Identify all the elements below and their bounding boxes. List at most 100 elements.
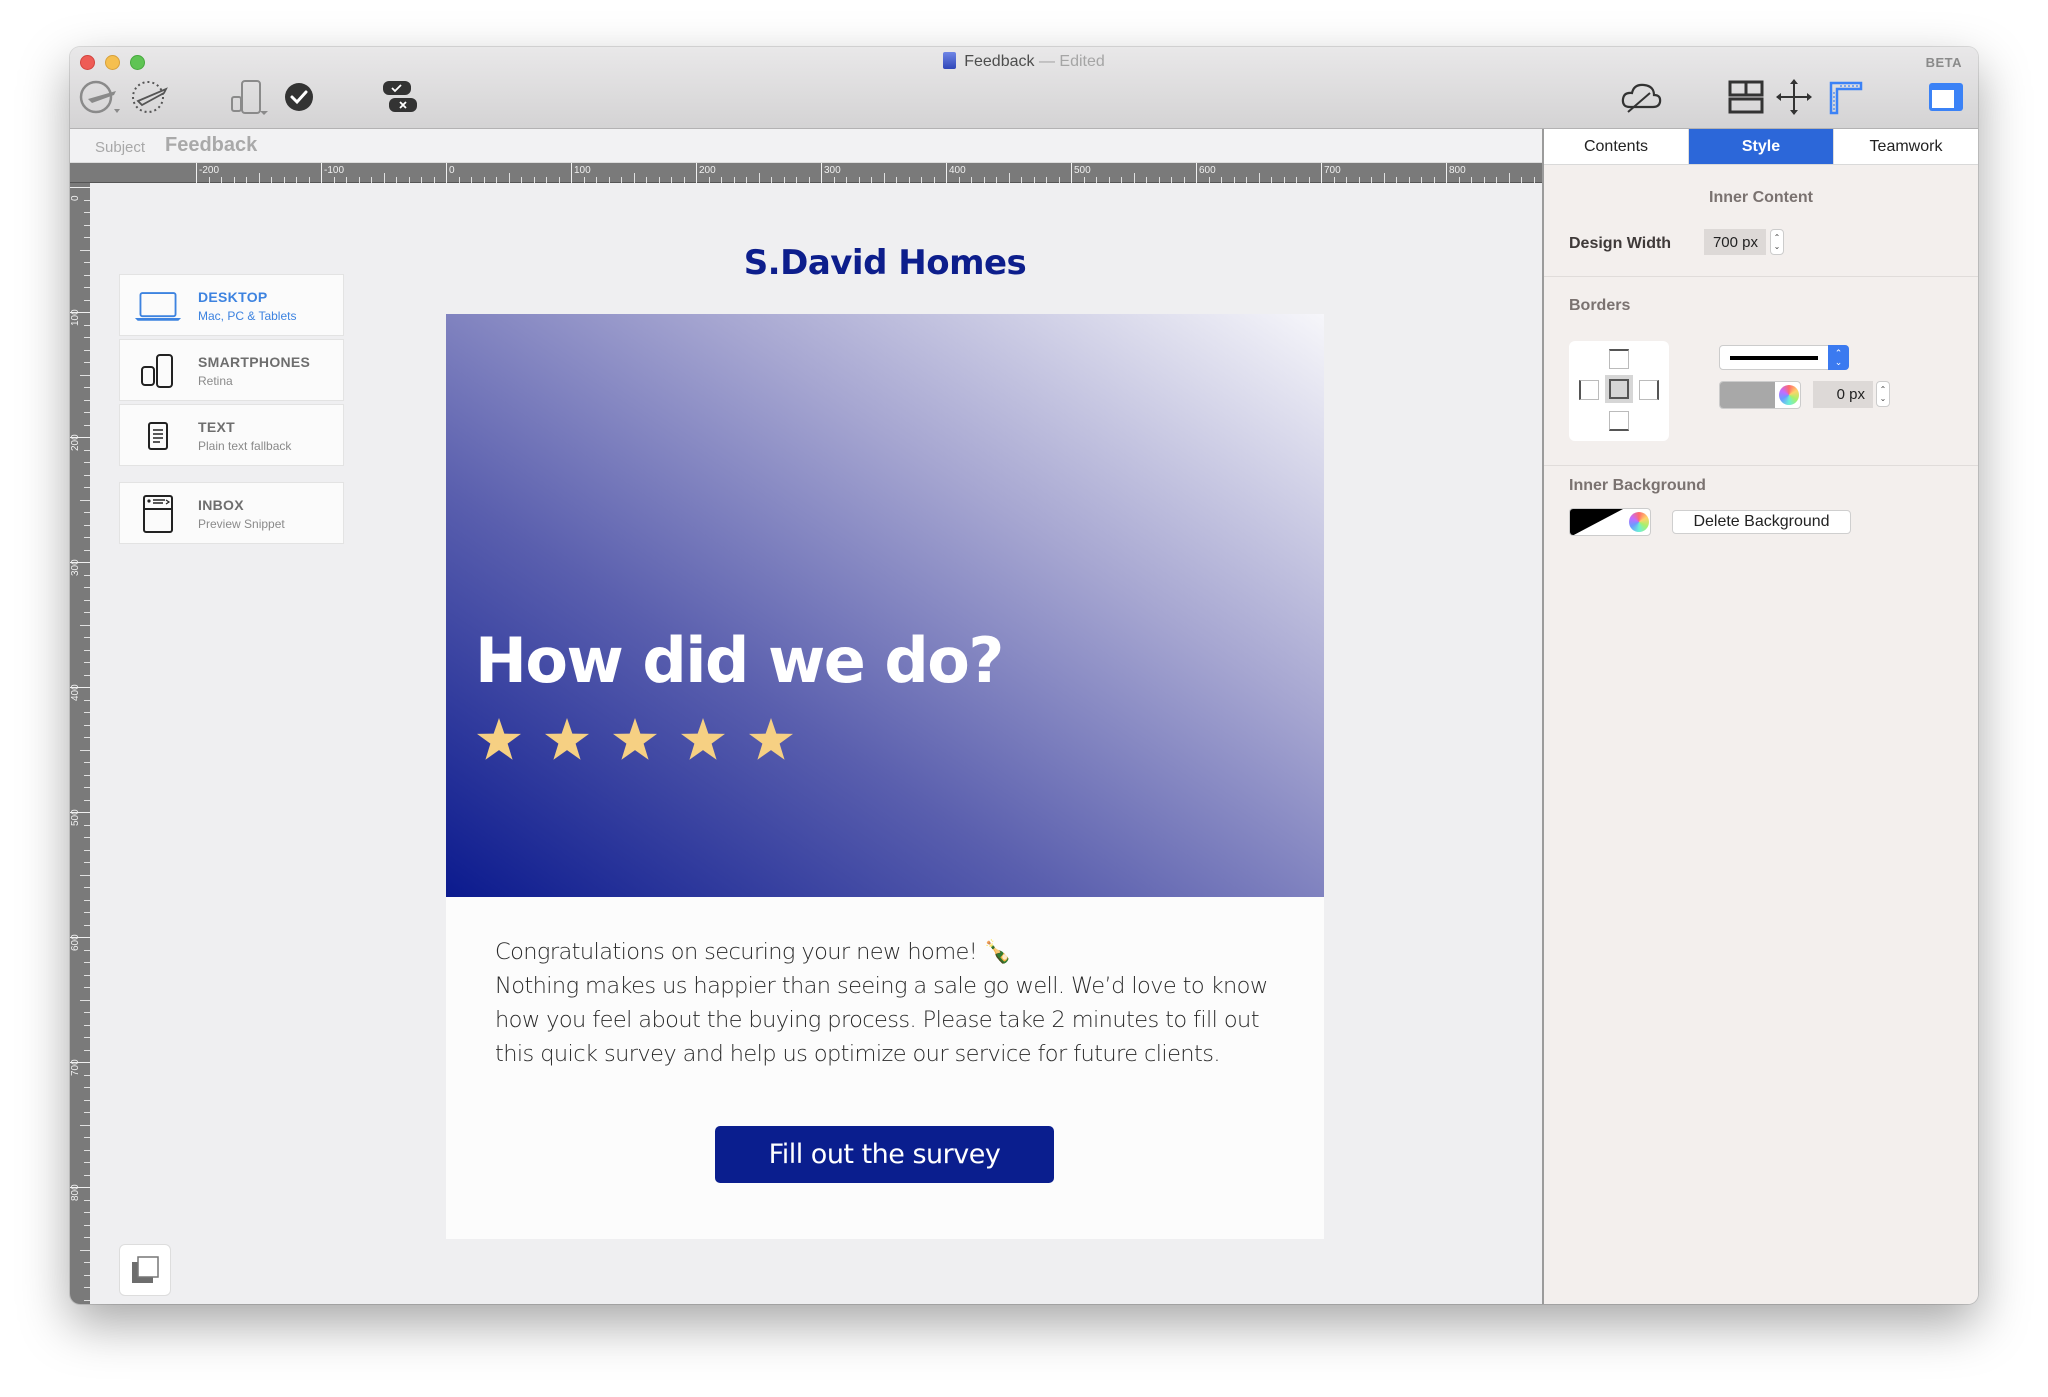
border-style-select[interactable]: ⌃ ⌄ xyxy=(1719,345,1849,370)
ruler-label: 200 xyxy=(70,434,81,451)
solid-line-swatch xyxy=(1730,356,1818,360)
ruler-major-tick xyxy=(1196,163,1197,183)
no-color-swatch xyxy=(1570,509,1625,535)
star-icon xyxy=(613,718,657,760)
ruler-label: 700 xyxy=(70,1059,81,1076)
border-color-well[interactable] xyxy=(1719,381,1801,409)
ruler-minor-tick xyxy=(80,874,90,876)
ruler-minor-tick xyxy=(1508,173,1510,183)
subject-bar: Subject Feedback xyxy=(70,129,1542,163)
text-document-icon xyxy=(134,417,182,455)
email-body-block[interactable]: Congratulations on securing your new hom… xyxy=(446,897,1324,1239)
border-left-toggle[interactable] xyxy=(1579,380,1599,400)
laptop-icon xyxy=(134,287,182,325)
ruler-minor-tick xyxy=(80,499,90,501)
send-test-icon[interactable] xyxy=(78,77,122,117)
delete-background-button[interactable]: Delete Background xyxy=(1672,510,1851,534)
inner-background-color-well[interactable] xyxy=(1569,508,1651,536)
ruler-minor-tick xyxy=(80,249,90,251)
tab-teamwork[interactable]: Teamwork xyxy=(1834,129,1978,164)
ruler-label: -200 xyxy=(199,165,220,176)
border-bottom-toggle[interactable] xyxy=(1609,411,1629,431)
ruler-major-tick xyxy=(946,163,947,183)
toolbar: Feedback — Edited BETA xyxy=(70,47,1978,129)
inspector-tabs: Contents Style Teamwork xyxy=(1544,129,1978,165)
tab-style[interactable]: Style xyxy=(1689,129,1834,164)
ruler-label: 600 xyxy=(1199,165,1216,176)
layers-icon xyxy=(132,1256,159,1283)
ruler-label: 800 xyxy=(1449,165,1466,176)
horizontal-ruler: -200-1000100200300400500600700800900 xyxy=(70,163,1685,183)
borders-label: Borders xyxy=(1569,297,1631,314)
border-right-toggle[interactable] xyxy=(1639,380,1659,400)
ruler-major-tick xyxy=(446,163,447,183)
vertical-ruler: 0 100 200 300 400 500 600 700 800 xyxy=(70,183,90,1304)
email-brand-heading[interactable]: S.David Homes xyxy=(446,243,1324,283)
ruler-major-tick xyxy=(196,163,197,183)
ruler-minor-tick xyxy=(80,374,90,376)
check-icon[interactable] xyxy=(282,77,316,117)
sidebar-toggle-icon[interactable] xyxy=(1926,77,1966,117)
ruler-major-tick xyxy=(1446,163,1447,183)
ruler-minor-tick xyxy=(80,1124,90,1126)
design-width-input[interactable]: 700 px xyxy=(1704,229,1766,255)
inspector-panel: Contents Style Teamwork Inner Content De… xyxy=(1542,129,1978,1304)
device-preview-icon[interactable] xyxy=(228,77,272,117)
ruler-minor-tick xyxy=(1383,173,1385,183)
device-name: INBOX xyxy=(198,497,244,513)
ruler-minor-tick xyxy=(1133,173,1135,183)
ruler-label: 700 xyxy=(1324,165,1341,176)
ruler-label: 200 xyxy=(699,165,716,176)
ruler-label: 0 xyxy=(449,165,455,176)
layout-icon[interactable] xyxy=(1726,77,1766,117)
body-paragraph: Nothing makes us happier than seeing a s… xyxy=(495,973,1268,1067)
survey-cta-button[interactable]: Fill out the survey xyxy=(715,1126,1054,1183)
select-arrows-icon: ⌃ ⌄ xyxy=(1828,345,1849,370)
device-smartphones[interactable]: SMARTPHONES Retina xyxy=(119,339,344,401)
email-body-text[interactable]: Congratulations on securing your new hom… xyxy=(495,935,1285,1071)
border-all-toggle[interactable] xyxy=(1605,375,1633,403)
schedule-send-icon[interactable] xyxy=(128,77,172,117)
star-rating xyxy=(476,718,794,762)
body-line-congrats: Congratulations on securing your new hom… xyxy=(495,939,1012,965)
subject-input[interactable]: Feedback xyxy=(165,134,257,157)
ruler-major-tick xyxy=(821,163,822,183)
section-divider xyxy=(1544,276,1978,277)
device-name: DESKTOP xyxy=(198,289,268,305)
beta-badge: BETA xyxy=(1925,55,1962,70)
ruler-major-tick xyxy=(1071,163,1072,183)
ruler-label: 300 xyxy=(70,559,81,576)
design-width-stepper[interactable]: ⌃ ⌄ xyxy=(1770,229,1784,255)
border-width-input[interactable]: 0 px xyxy=(1813,381,1873,408)
border-width-stepper[interactable]: ⌃ ⌄ xyxy=(1876,381,1890,407)
device-text[interactable]: TEXT Plain text fallback xyxy=(119,404,344,466)
ruler-icon[interactable] xyxy=(1828,77,1864,117)
device-subtitle: Preview Snippet xyxy=(198,517,285,531)
ruler-label: 300 xyxy=(824,165,841,176)
ruler-minor-tick xyxy=(258,173,260,183)
ruler-major-tick xyxy=(70,187,90,188)
cloud-sync-icon[interactable] xyxy=(1620,77,1664,117)
subject-label: Subject xyxy=(95,139,146,156)
ruler-major-tick xyxy=(696,163,697,183)
device-inbox[interactable]: INBOX Preview Snippet xyxy=(119,482,344,544)
ruler-minor-tick xyxy=(383,173,385,183)
ruler-label: 600 xyxy=(70,934,81,951)
section-divider xyxy=(1544,465,1978,466)
ruler-label: 0 xyxy=(70,195,81,201)
ruler-minor-tick xyxy=(1258,173,1260,183)
inbox-preview-icon xyxy=(134,495,182,533)
document-icon xyxy=(943,52,957,69)
email-hero-block[interactable]: How did we do? xyxy=(446,314,1324,897)
tab-contents[interactable]: Contents xyxy=(1544,129,1689,164)
hero-title[interactable]: How did we do? xyxy=(475,624,1004,697)
device-desktop[interactable]: DESKTOP Mac, PC & Tablets xyxy=(119,274,344,336)
border-top-toggle[interactable] xyxy=(1609,349,1629,369)
layers-button[interactable] xyxy=(119,1244,171,1296)
smartphone-watch-icon xyxy=(134,352,182,390)
move-icon[interactable] xyxy=(1774,77,1814,117)
color-wheel-icon xyxy=(1779,385,1799,405)
approval-icon[interactable] xyxy=(380,77,420,117)
canvas: DESKTOP Mac, PC & Tablets SMARTPHONES Re… xyxy=(90,183,1542,1304)
device-name: TEXT xyxy=(198,419,235,435)
